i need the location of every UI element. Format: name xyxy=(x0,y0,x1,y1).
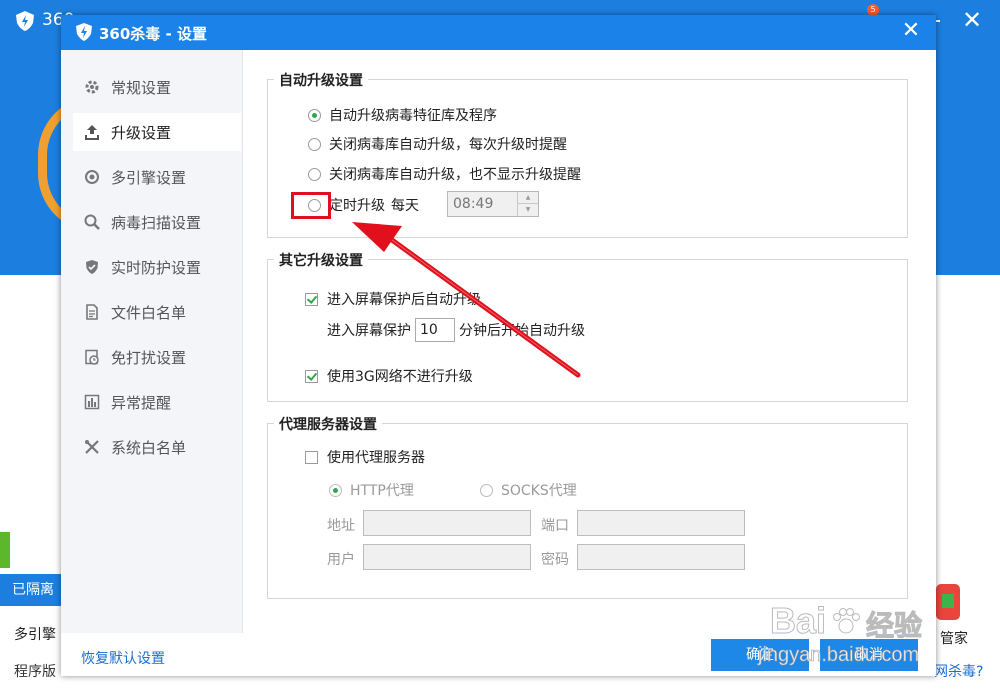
annotation-arrow-icon xyxy=(352,222,581,378)
paw-icon xyxy=(833,608,860,634)
watermark: Bai 经验 jingyan.baidu.com xyxy=(758,600,1000,670)
watermark-url: jingyan.baidu.com xyxy=(758,644,920,667)
watermark-brand-suffix: 经验 xyxy=(865,609,923,643)
watermark-brand: Bai xyxy=(769,600,827,642)
